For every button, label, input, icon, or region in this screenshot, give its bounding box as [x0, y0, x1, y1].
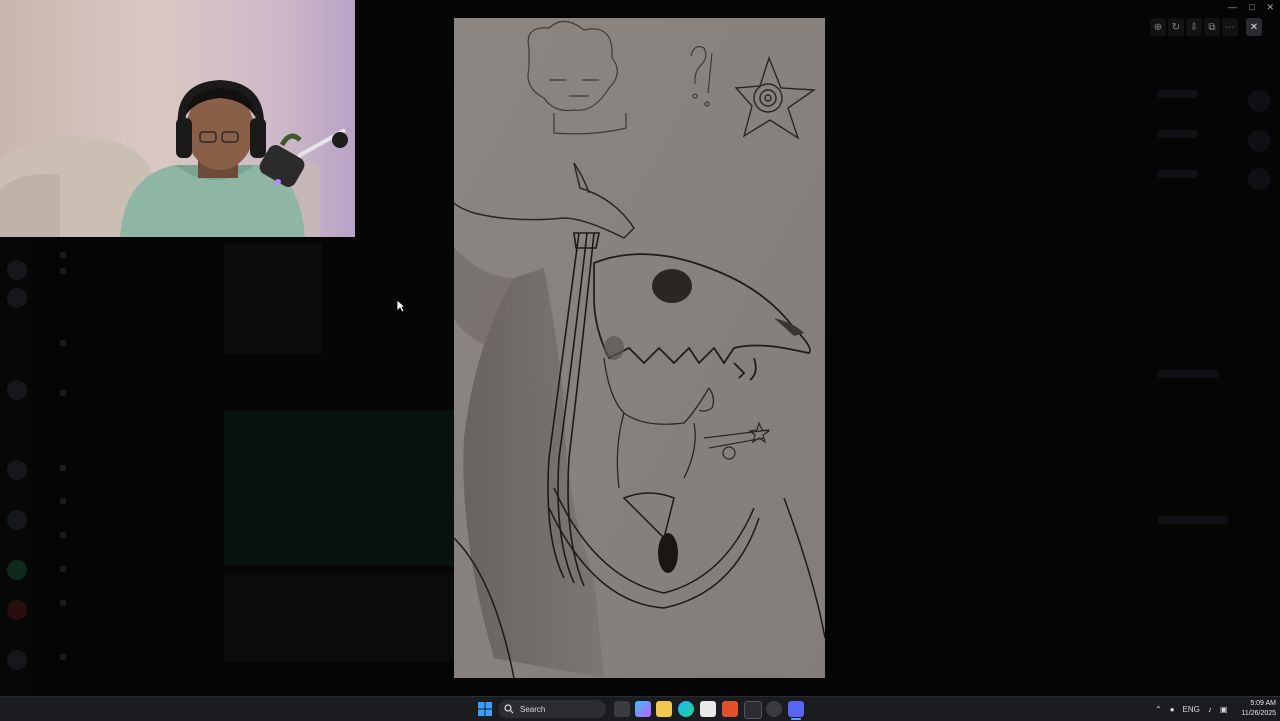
channel-icon: [60, 654, 66, 660]
store-icon[interactable]: [700, 701, 716, 717]
task-view-icon[interactable]: [614, 701, 630, 717]
channel-icon: [60, 268, 66, 274]
volume-icon[interactable]: ♪: [1208, 705, 1212, 714]
channel-icon: [60, 600, 66, 606]
channel-icon: [60, 340, 66, 346]
channel-icon: [60, 498, 66, 504]
zoom-in-icon[interactable]: ⊕: [1150, 18, 1166, 36]
member-row[interactable]: [1158, 170, 1198, 178]
pencil-sketch: [454, 18, 825, 678]
clock-date: 11/26/2025: [1241, 710, 1276, 717]
chrome-icon[interactable]: [766, 701, 782, 717]
lang-label[interactable]: ENG: [1183, 705, 1200, 714]
avatar[interactable]: [1248, 168, 1270, 190]
channel-icon: [60, 465, 66, 471]
app-icon[interactable]: [744, 701, 762, 719]
server-rail: [0, 240, 32, 696]
webcam-overlay: [0, 0, 355, 237]
search-icon: [504, 704, 514, 714]
chat-attachment[interactable]: [224, 244, 322, 354]
channel-icon: [60, 252, 66, 258]
image-viewer-toolbar: ⊕ ↻ ⇩ ⧉ ⋯ ✕: [1150, 18, 1272, 38]
member-row[interactable]: [1158, 370, 1218, 378]
window-close-icon[interactable]: ✕: [1266, 2, 1274, 13]
mic-icon[interactable]: ●: [1170, 705, 1175, 714]
chat-attachment[interactable]: [224, 410, 454, 566]
member-row[interactable]: [1158, 130, 1198, 138]
avatar[interactable]: [1248, 130, 1270, 152]
network-icon[interactable]: ▣: [1220, 705, 1228, 714]
server-icon[interactable]: [7, 260, 27, 280]
more-icon[interactable]: ⋯: [1222, 18, 1238, 36]
server-icon[interactable]: [7, 380, 27, 400]
server-icon[interactable]: [7, 650, 27, 670]
windows-start-icon[interactable]: [477, 701, 493, 717]
member-row[interactable]: [1158, 516, 1228, 524]
clock-time: 5:09 AM: [1250, 700, 1276, 707]
brave-icon[interactable]: [722, 701, 738, 717]
server-icon[interactable]: [7, 288, 27, 308]
maximize-icon[interactable]: □: [1249, 2, 1254, 13]
edge-icon[interactable]: [678, 701, 694, 717]
file-explorer-icon[interactable]: [656, 701, 672, 717]
chevron-up-icon[interactable]: ⌃: [1155, 705, 1162, 714]
open-external-icon[interactable]: ⧉: [1204, 18, 1220, 36]
minimize-icon[interactable]: —: [1228, 2, 1237, 13]
channel-list: [32, 240, 222, 680]
server-icon[interactable]: [7, 510, 27, 530]
channel-icon: [60, 390, 66, 396]
download-icon[interactable]: ⇩: [1186, 18, 1202, 36]
member-list: [1148, 60, 1280, 680]
window-controls: — □ ✕: [1228, 2, 1274, 13]
server-icon[interactable]: [7, 560, 27, 580]
chat-attachment[interactable]: [224, 572, 454, 662]
close-icon[interactable]: ✕: [1246, 18, 1262, 36]
discord-icon[interactable]: [788, 701, 804, 717]
system-tray: ⌃ ● ENG ♪ ▣: [1155, 701, 1227, 717]
webcam-image: [0, 79, 348, 237]
server-icon[interactable]: [7, 460, 27, 480]
rotate-icon[interactable]: ↻: [1168, 18, 1184, 36]
clock[interactable]: 5:09 AM 11/26/2025: [1236, 699, 1276, 719]
taskbar: Search ⌃ ● ENG ♪ ▣ 5:09 AM 11/26/2025: [0, 696, 1280, 721]
search-label: Search: [520, 704, 546, 714]
member-row[interactable]: [1158, 90, 1198, 98]
avatar[interactable]: [1248, 90, 1270, 112]
taskbar-search[interactable]: Search: [498, 700, 606, 718]
copilot-icon[interactable]: [635, 701, 651, 717]
server-icon[interactable]: [7, 600, 27, 620]
channel-icon: [60, 566, 66, 572]
mouse-cursor-icon: [396, 299, 406, 313]
channel-icon: [60, 532, 66, 538]
drawing-image: [454, 18, 825, 678]
